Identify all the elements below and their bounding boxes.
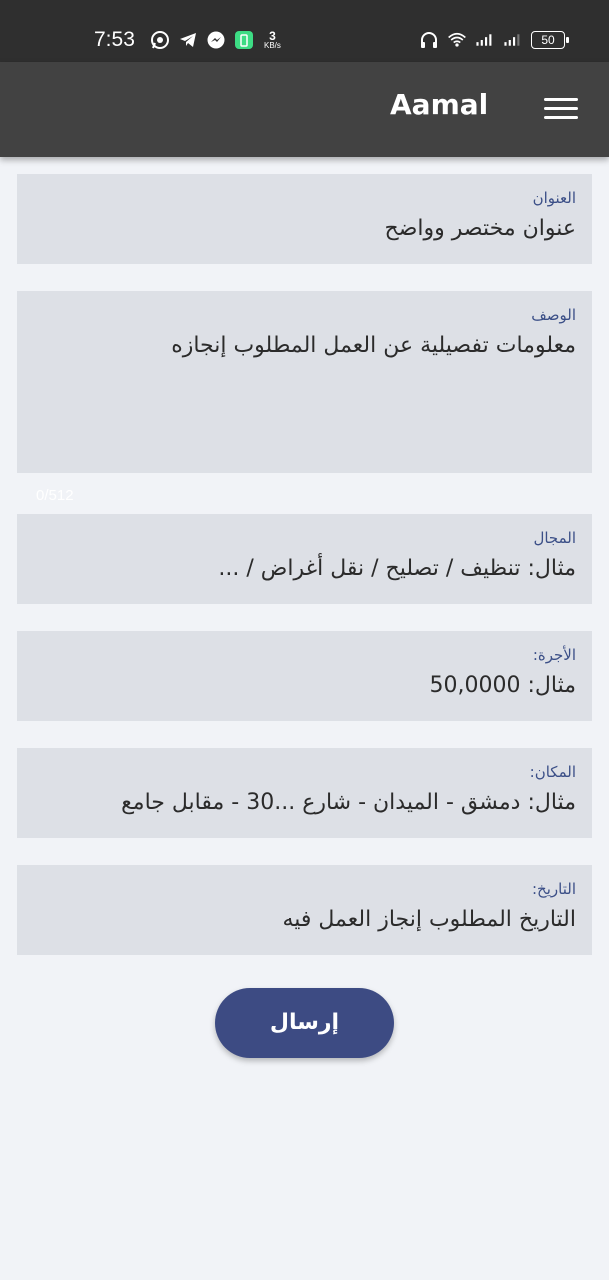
headphones-icon <box>419 30 439 50</box>
category-label: المجال <box>533 529 576 547</box>
character-counter: 0/512 <box>36 487 74 504</box>
menu-line <box>544 107 578 110</box>
notification-icons: 3 KB/s <box>150 30 281 50</box>
system-icons: 50 <box>419 30 569 50</box>
wage-placeholder: مثال: 50,0000 <box>429 673 577 698</box>
category-placeholder: مثال: تنظيف / تصليح / نقل أغراض / ... <box>218 556 576 581</box>
battery-icon: 50 <box>531 31 569 49</box>
whatsapp-icon <box>150 30 170 50</box>
wifi-icon <box>447 30 467 50</box>
date-label: التاريخ: <box>532 880 576 898</box>
signal-icon-1 <box>475 30 495 50</box>
description-field[interactable]: الوصف معلومات تفصيلية عن العمل المطلوب إ… <box>17 291 592 473</box>
title-label: العنوان <box>532 189 576 207</box>
date-field[interactable]: التاريخ: التاريخ المطلوب إنجاز العمل فيه <box>17 865 592 955</box>
messenger-icon <box>206 30 226 50</box>
location-field[interactable]: المكان: مثال: دمشق - الميدان - شارع ...3… <box>17 748 592 838</box>
location-label: المكان: <box>529 763 576 781</box>
app-title: Aamal <box>390 88 489 121</box>
menu-line <box>544 98 578 101</box>
status-bar: 7:53 3 KB/s 50 <box>0 0 609 62</box>
wage-field[interactable]: الأجرة: مثال: 50,0000 <box>17 631 592 721</box>
app-bar: Aamal <box>0 62 609 157</box>
date-placeholder: التاريخ المطلوب إنجاز العمل فيه <box>282 907 576 932</box>
title-field[interactable]: العنوان عنوان مختصر وواضح <box>17 174 592 264</box>
network-speed: 3 KB/s <box>264 30 281 50</box>
submit-button[interactable]: إرسال <box>215 988 394 1058</box>
battery-saver-icon <box>234 30 254 50</box>
menu-icon[interactable] <box>544 98 578 124</box>
telegram-icon <box>178 30 198 50</box>
description-placeholder: معلومات تفصيلية عن العمل المطلوب إنجازه <box>171 333 576 358</box>
network-speed-unit: KB/s <box>264 40 281 50</box>
menu-line <box>544 116 578 119</box>
signal-icon-2 <box>503 30 523 50</box>
description-label: الوصف <box>531 306 576 324</box>
title-placeholder: عنوان مختصر وواضح <box>384 216 576 241</box>
status-time: 7:53 <box>94 28 135 51</box>
wage-label: الأجرة: <box>532 646 576 664</box>
category-field[interactable]: المجال مثال: تنظيف / تصليح / نقل أغراض /… <box>17 514 592 604</box>
location-placeholder: مثال: دمشق - الميدان - شارع ...30 - مقاب… <box>121 790 576 815</box>
